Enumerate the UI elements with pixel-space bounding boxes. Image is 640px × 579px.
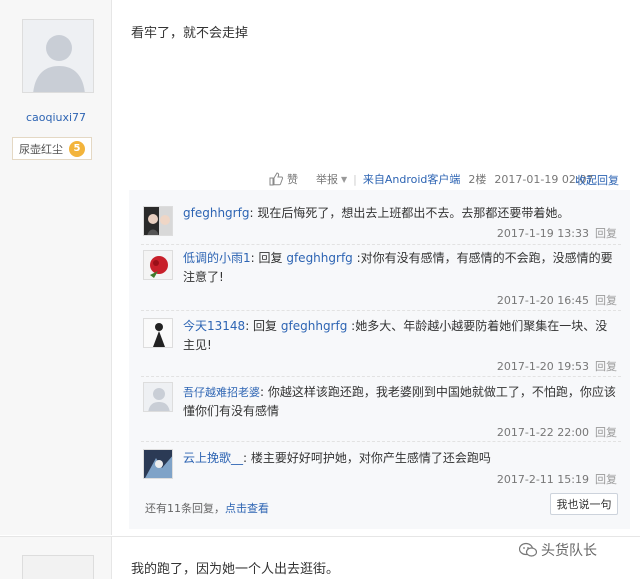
reply-time: 2017-2-11 15:19: [496, 473, 589, 486]
reply-avatar[interactable]: [143, 382, 173, 412]
reply-button[interactable]: 回复: [595, 360, 617, 373]
post-content: 我的跑了，因为她一个人出去逛街。: [131, 562, 340, 577]
more-replies: 还有11条回复，点击查看: [145, 500, 269, 516]
reply-avatar[interactable]: [143, 449, 173, 479]
reply-author[interactable]: gfeghhgrfg: [183, 206, 249, 220]
reply-target[interactable]: gfeghhgrfg: [286, 251, 352, 265]
author-avatar[interactable]: [22, 555, 94, 579]
reply-time: 2017-1-20 19:53: [496, 360, 589, 373]
wechat-icon: [519, 542, 537, 557]
reply-meta: 2017-2-11 15:19 回复: [497, 471, 617, 487]
reply-content: 云上挽歌__: 楼主要好好呵护她，对你产生感情了还会跑吗: [183, 451, 491, 465]
reply-avatar[interactable]: [143, 250, 173, 280]
reply-divider: [141, 441, 621, 442]
more-replies-count: 还有11条回复，: [145, 502, 225, 515]
figure-photo-icon: [144, 319, 172, 347]
reply-thread: gfeghhgrfg: 现在后悔死了，想出去上班都出不去。去那都还要带着她。 2…: [129, 190, 630, 529]
default-avatar-icon: [144, 383, 172, 411]
add-reply-button[interactable]: 我也说一句: [550, 493, 618, 515]
watermark-text: 头货队长: [541, 543, 597, 559]
default-avatar-icon: [23, 20, 93, 92]
post-content: 看牢了，就不会走掉: [131, 26, 249, 41]
reply-meta: 2017-1-20 19:53 回复: [497, 358, 617, 374]
reply-content: gfeghhgrfg: 现在后悔死了，想出去上班都出不去。去那都还要带着她。: [183, 206, 570, 220]
collapse-replies-link[interactable]: 收起回复: [575, 172, 619, 188]
reply-content: 吾仔越难招老婆: 你越这样该跑还跑，我老婆刚到中国她就做工了，不怕跑，你应该懂你…: [183, 385, 616, 418]
author-username[interactable]: caoqiuxi77: [0, 111, 112, 124]
reply-time: 2017-1-20 16:45: [496, 294, 589, 307]
anime-photo-icon: [144, 450, 172, 478]
divider: |: [353, 172, 357, 186]
reply-prefix: 回复: [253, 319, 278, 333]
reply-author[interactable]: 低调的小雨1: [183, 251, 251, 265]
reply-divider: [141, 376, 621, 377]
watermark: 头货队长: [519, 540, 597, 560]
reply-time: 2017-1-19 13:33: [496, 227, 589, 240]
level-number: 5: [69, 140, 85, 157]
reply-content: 低调的小雨1: 回复 gfeghhgrfg :对你有没有感情，有感情的不会跑，没…: [183, 251, 613, 284]
reply-text: 楼主要好好呵护她，对你产生感情了还会跑吗: [250, 451, 491, 465]
thumbs-up-icon[interactable]: [268, 171, 284, 187]
couple-photo-icon: [144, 207, 172, 235]
reply-author[interactable]: 吾仔越难招老婆: [183, 386, 260, 399]
post-tail: 赞 举报 ▼ | 来自Android客户端 2楼 2017-01-19 02:0…: [268, 170, 594, 188]
reply-avatar[interactable]: [143, 318, 173, 348]
reply-content: 今天13148: 回复 gfeghhgrfg :她多大、年龄越小越要防着她们聚集…: [183, 319, 608, 352]
view-more-link[interactable]: 点击查看: [225, 502, 269, 515]
report-button[interactable]: 举报: [316, 171, 338, 187]
reply-divider: [141, 244, 621, 245]
reply-text: 现在后悔死了，想出去上班都出不去。去那都还要带着她。: [257, 206, 570, 220]
client-source[interactable]: 来自Android客户端: [363, 171, 461, 187]
reply-meta: 2017-1-22 22:00 回复: [497, 424, 617, 440]
reply-avatar[interactable]: [143, 206, 173, 236]
level-badge[interactable]: 尿壶红尘 5: [12, 137, 92, 160]
reply-button[interactable]: 回复: [595, 426, 617, 439]
reply-button[interactable]: 回复: [595, 473, 617, 486]
level-title: 尿壶红尘: [19, 142, 63, 156]
reply-text: :她多大、年龄越小越要防着她们聚集在一块、没主见!: [183, 319, 608, 352]
floor-number: 2楼: [468, 173, 487, 186]
reply-author[interactable]: 云上挽歌__: [183, 451, 243, 465]
chevron-down-icon[interactable]: ▼: [341, 175, 347, 184]
reply-divider: [141, 310, 621, 311]
reply-button[interactable]: 回复: [595, 227, 617, 240]
reply-target[interactable]: gfeghhgrfg: [281, 319, 347, 333]
reply-meta: 2017-1-19 13:33 回复: [497, 225, 617, 241]
rose-photo-icon: [144, 251, 172, 279]
author-avatar[interactable]: [22, 19, 94, 93]
reply-time: 2017-1-22 22:00: [496, 426, 589, 439]
reply-meta: 2017-1-20 16:45 回复: [497, 292, 617, 308]
reply-author[interactable]: 今天13148: [183, 319, 245, 333]
reply-button[interactable]: 回复: [595, 294, 617, 307]
reply-prefix: 回复: [258, 251, 283, 265]
like-button[interactable]: 赞: [287, 171, 298, 187]
